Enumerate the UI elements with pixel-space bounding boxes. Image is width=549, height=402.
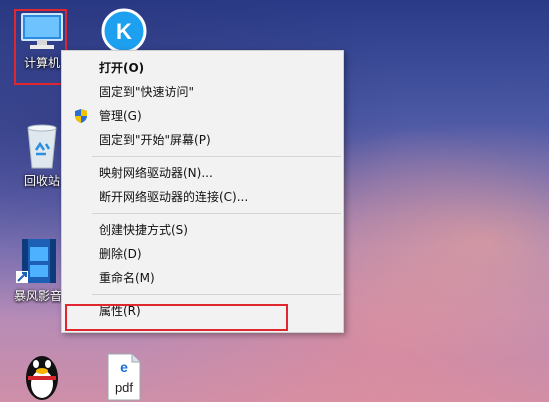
menu-separator [92, 294, 341, 295]
pdf-file-icon: e pdf [107, 353, 141, 401]
menu-item-delete-label: 删除(D) [99, 247, 142, 261]
menu-item-disconnect-network-drive[interactable]: 断开网络驱动器的连接(C)... [62, 185, 343, 209]
menu-item-pin-start-label: 固定到"开始"屏幕(P) [99, 133, 211, 147]
menu-item-pin-quick-access-label: 固定到"快速访问" [99, 85, 195, 99]
recycle-bin-icon [27, 124, 57, 169]
menu-item-open-label: 打开(O) [99, 61, 145, 75]
menu-separator [92, 213, 341, 214]
baofeng-icon [16, 239, 56, 283]
menu-item-properties[interactable]: 属性(R) [62, 299, 343, 323]
menu-item-pin-start[interactable]: 固定到"开始"屏幕(P) [62, 128, 343, 152]
menu-item-map-network-drive-label: 映射网络驱动器(N)... [99, 166, 213, 180]
menu-item-create-shortcut[interactable]: 创建快捷方式(S) [62, 218, 343, 242]
computer-icon [21, 13, 63, 49]
svg-text:e: e [120, 359, 128, 375]
menu-item-rename-label: 重命名(M) [99, 271, 155, 285]
menu-item-disconnect-network-drive-label: 断开网络驱动器的连接(C)... [99, 190, 249, 204]
qq-desktop-icon[interactable] [10, 348, 74, 402]
menu-item-manage-label: 管理(G) [99, 109, 142, 123]
menu-item-create-shortcut-label: 创建快捷方式(S) [99, 223, 188, 237]
pdf-desktop-icon[interactable]: e pdf [92, 352, 156, 402]
menu-separator [92, 156, 341, 157]
menu-item-manage[interactable]: 管理(G) [62, 104, 343, 128]
menu-item-pin-quick-access[interactable]: 固定到"快速访问" [62, 80, 343, 104]
kugou-letter: K [116, 19, 132, 44]
menu-item-properties-label: 属性(R) [99, 304, 141, 318]
qq-penguin-icon [26, 356, 58, 400]
menu-item-rename[interactable]: 重命名(M) [62, 266, 343, 290]
pdf-icon-text: pdf [115, 380, 133, 395]
menu-item-map-network-drive[interactable]: 映射网络驱动器(N)... [62, 161, 343, 185]
context-menu: 打开(O) 固定到"快速访问" 管理(G) 固定到"开始"屏幕(P) 映射网络驱… [61, 50, 344, 333]
menu-item-delete[interactable]: 删除(D) [62, 242, 343, 266]
kugou-icon: K [101, 8, 147, 54]
shield-icon [75, 109, 87, 123]
kugou-desktop-icon[interactable]: K [92, 8, 156, 54]
menu-item-open[interactable]: 打开(O) [62, 56, 343, 80]
